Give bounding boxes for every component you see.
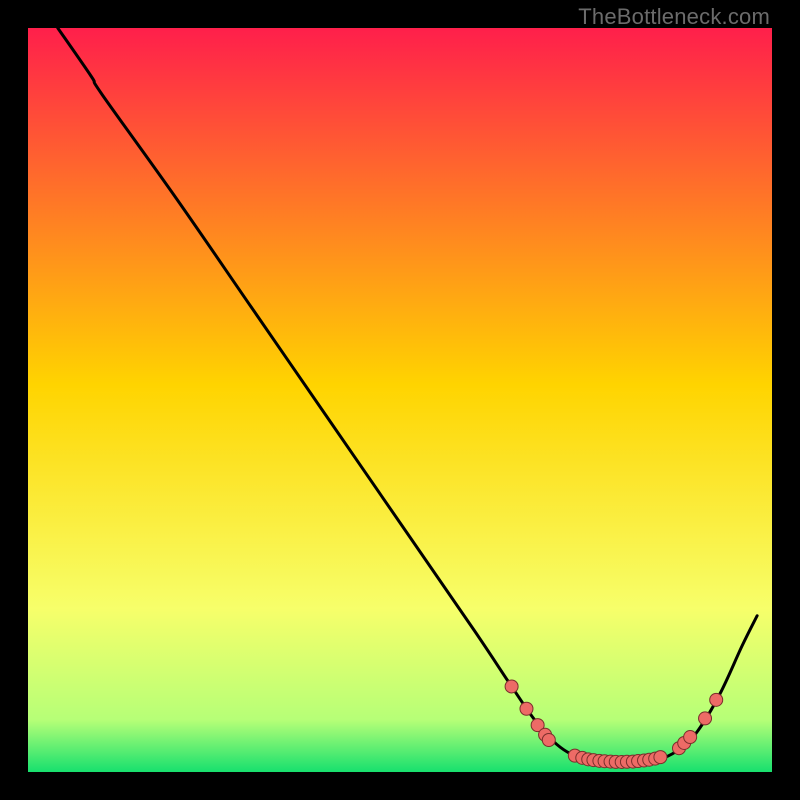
scatter-point [505, 680, 518, 693]
scatter-point [684, 731, 697, 744]
scatter-point [520, 702, 533, 715]
gradient-bg [28, 28, 772, 772]
scatter-point [654, 751, 667, 764]
scatter-point [710, 693, 723, 706]
scatter-point [542, 734, 555, 747]
scatter-point [699, 712, 712, 725]
bottleneck-chart [28, 28, 772, 772]
watermark-text: TheBottleneck.com [578, 4, 770, 30]
chart-frame [28, 28, 772, 772]
